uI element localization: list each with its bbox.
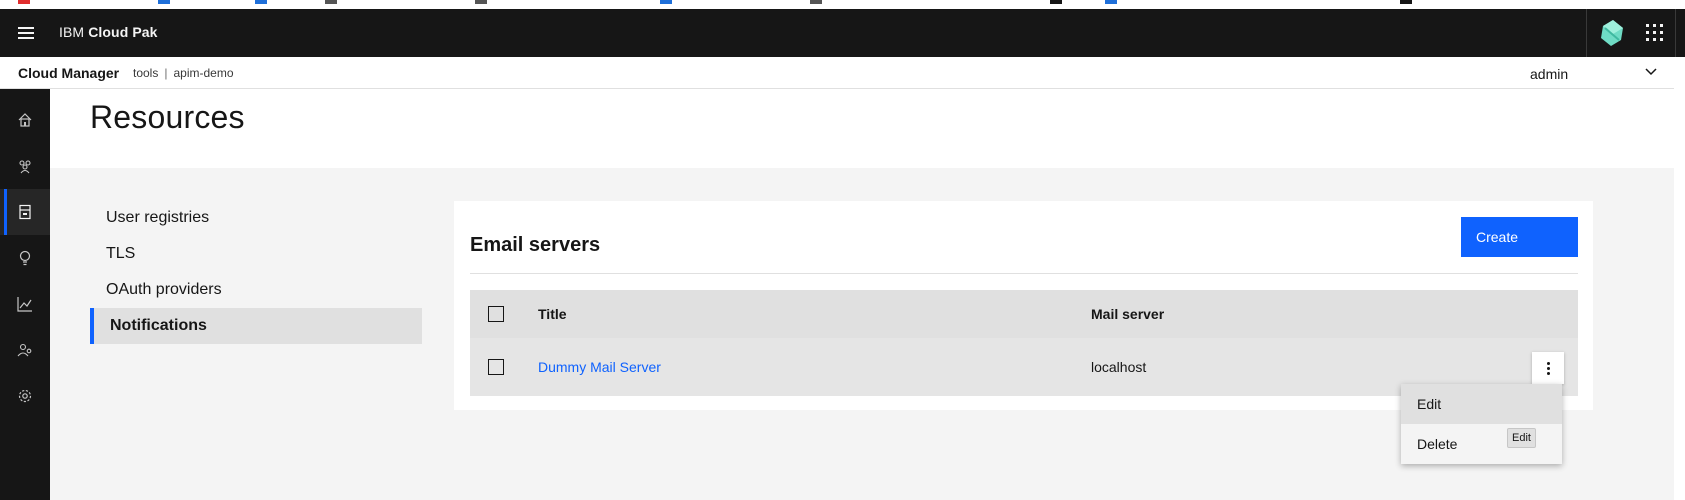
- nav-notifications[interactable]: Notifications: [90, 308, 422, 344]
- row-title-link[interactable]: Dummy Mail Server: [538, 359, 661, 375]
- nav-oauth-providers[interactable]: OAuth providers: [90, 272, 422, 308]
- overflow-menu-icon[interactable]: [1532, 352, 1564, 384]
- header-divider: [1586, 9, 1587, 57]
- row-checkbox[interactable]: [488, 359, 504, 375]
- menu-item-edit[interactable]: Edit: [1401, 384, 1562, 424]
- resources-nav: User registries TLS OAuth providers Noti…: [90, 200, 422, 344]
- hamburger-menu-icon[interactable]: [12, 21, 42, 45]
- rail-provider-orgs[interactable]: [0, 143, 50, 189]
- browser-tab-strip: [0, 0, 1685, 9]
- breadcrumb-catalog[interactable]: apim-demo: [173, 66, 233, 80]
- lightbulb-icon: [19, 250, 31, 266]
- breadcrumb: tools | apim-demo: [133, 66, 234, 80]
- analytics-icon: [17, 297, 32, 312]
- settings-icon: [18, 389, 32, 403]
- home-icon: [18, 113, 32, 127]
- email-servers-table: Title Mail server Dummy Mail Server loca…: [470, 290, 1578, 396]
- window-edge: [1675, 9, 1685, 57]
- brand-name[interactable]: IBM Cloud Pak: [59, 24, 158, 40]
- page-header: Resources: [50, 89, 1674, 168]
- app-title: Cloud Manager: [18, 65, 120, 81]
- side-nav-rail: [0, 89, 50, 500]
- cloud-pak-logo-icon[interactable]: [1597, 18, 1627, 48]
- brand-prefix: IBM: [59, 24, 85, 40]
- rail-home[interactable]: [0, 97, 50, 143]
- app-switcher-icon[interactable]: [1645, 23, 1665, 43]
- column-header-title[interactable]: Title: [538, 306, 567, 322]
- table-header: Title Mail server: [470, 290, 1578, 338]
- rail-settings[interactable]: [0, 373, 50, 419]
- top-shell-header: IBM Cloud Pak: [0, 9, 1685, 57]
- tooltip: Edit: [1507, 428, 1536, 448]
- chevron-down-icon: [1645, 68, 1657, 76]
- members-icon: [17, 343, 32, 357]
- user-menu-dropdown[interactable]: admin: [1520, 57, 1674, 89]
- rail-resources[interactable]: [0, 189, 50, 235]
- sub-header: Cloud Manager tools | apim-demo admin: [0, 57, 1674, 89]
- column-header-mail-server[interactable]: Mail server: [1091, 306, 1164, 322]
- brand-product: Cloud Pak: [88, 24, 158, 40]
- email-servers-card: Email servers Create Title Mail server D…: [454, 201, 1593, 410]
- scrollbar-track[interactable]: [1674, 57, 1685, 500]
- create-button[interactable]: Create: [1461, 217, 1578, 257]
- resources-icon: [19, 204, 31, 220]
- rail-analytics[interactable]: [0, 281, 50, 327]
- breadcrumb-org[interactable]: tools: [133, 66, 158, 80]
- menu-item-delete[interactable]: Delete: [1401, 424, 1562, 464]
- nav-user-registries[interactable]: User registries: [90, 200, 422, 236]
- rail-topology[interactable]: [0, 235, 50, 281]
- card-title: Email servers: [470, 234, 601, 256]
- rail-members[interactable]: [0, 327, 50, 373]
- row-actions-menu: Edit Delete: [1401, 384, 1562, 464]
- user-name: admin: [1530, 66, 1569, 82]
- users-icon: [19, 160, 31, 174]
- breadcrumb-separator: |: [164, 66, 168, 80]
- nav-tls[interactable]: TLS: [90, 236, 422, 272]
- row-mail-server: localhost: [1091, 359, 1147, 375]
- select-all-checkbox[interactable]: [488, 306, 504, 322]
- card-divider: [470, 273, 1578, 274]
- page-title: Resources: [90, 99, 245, 135]
